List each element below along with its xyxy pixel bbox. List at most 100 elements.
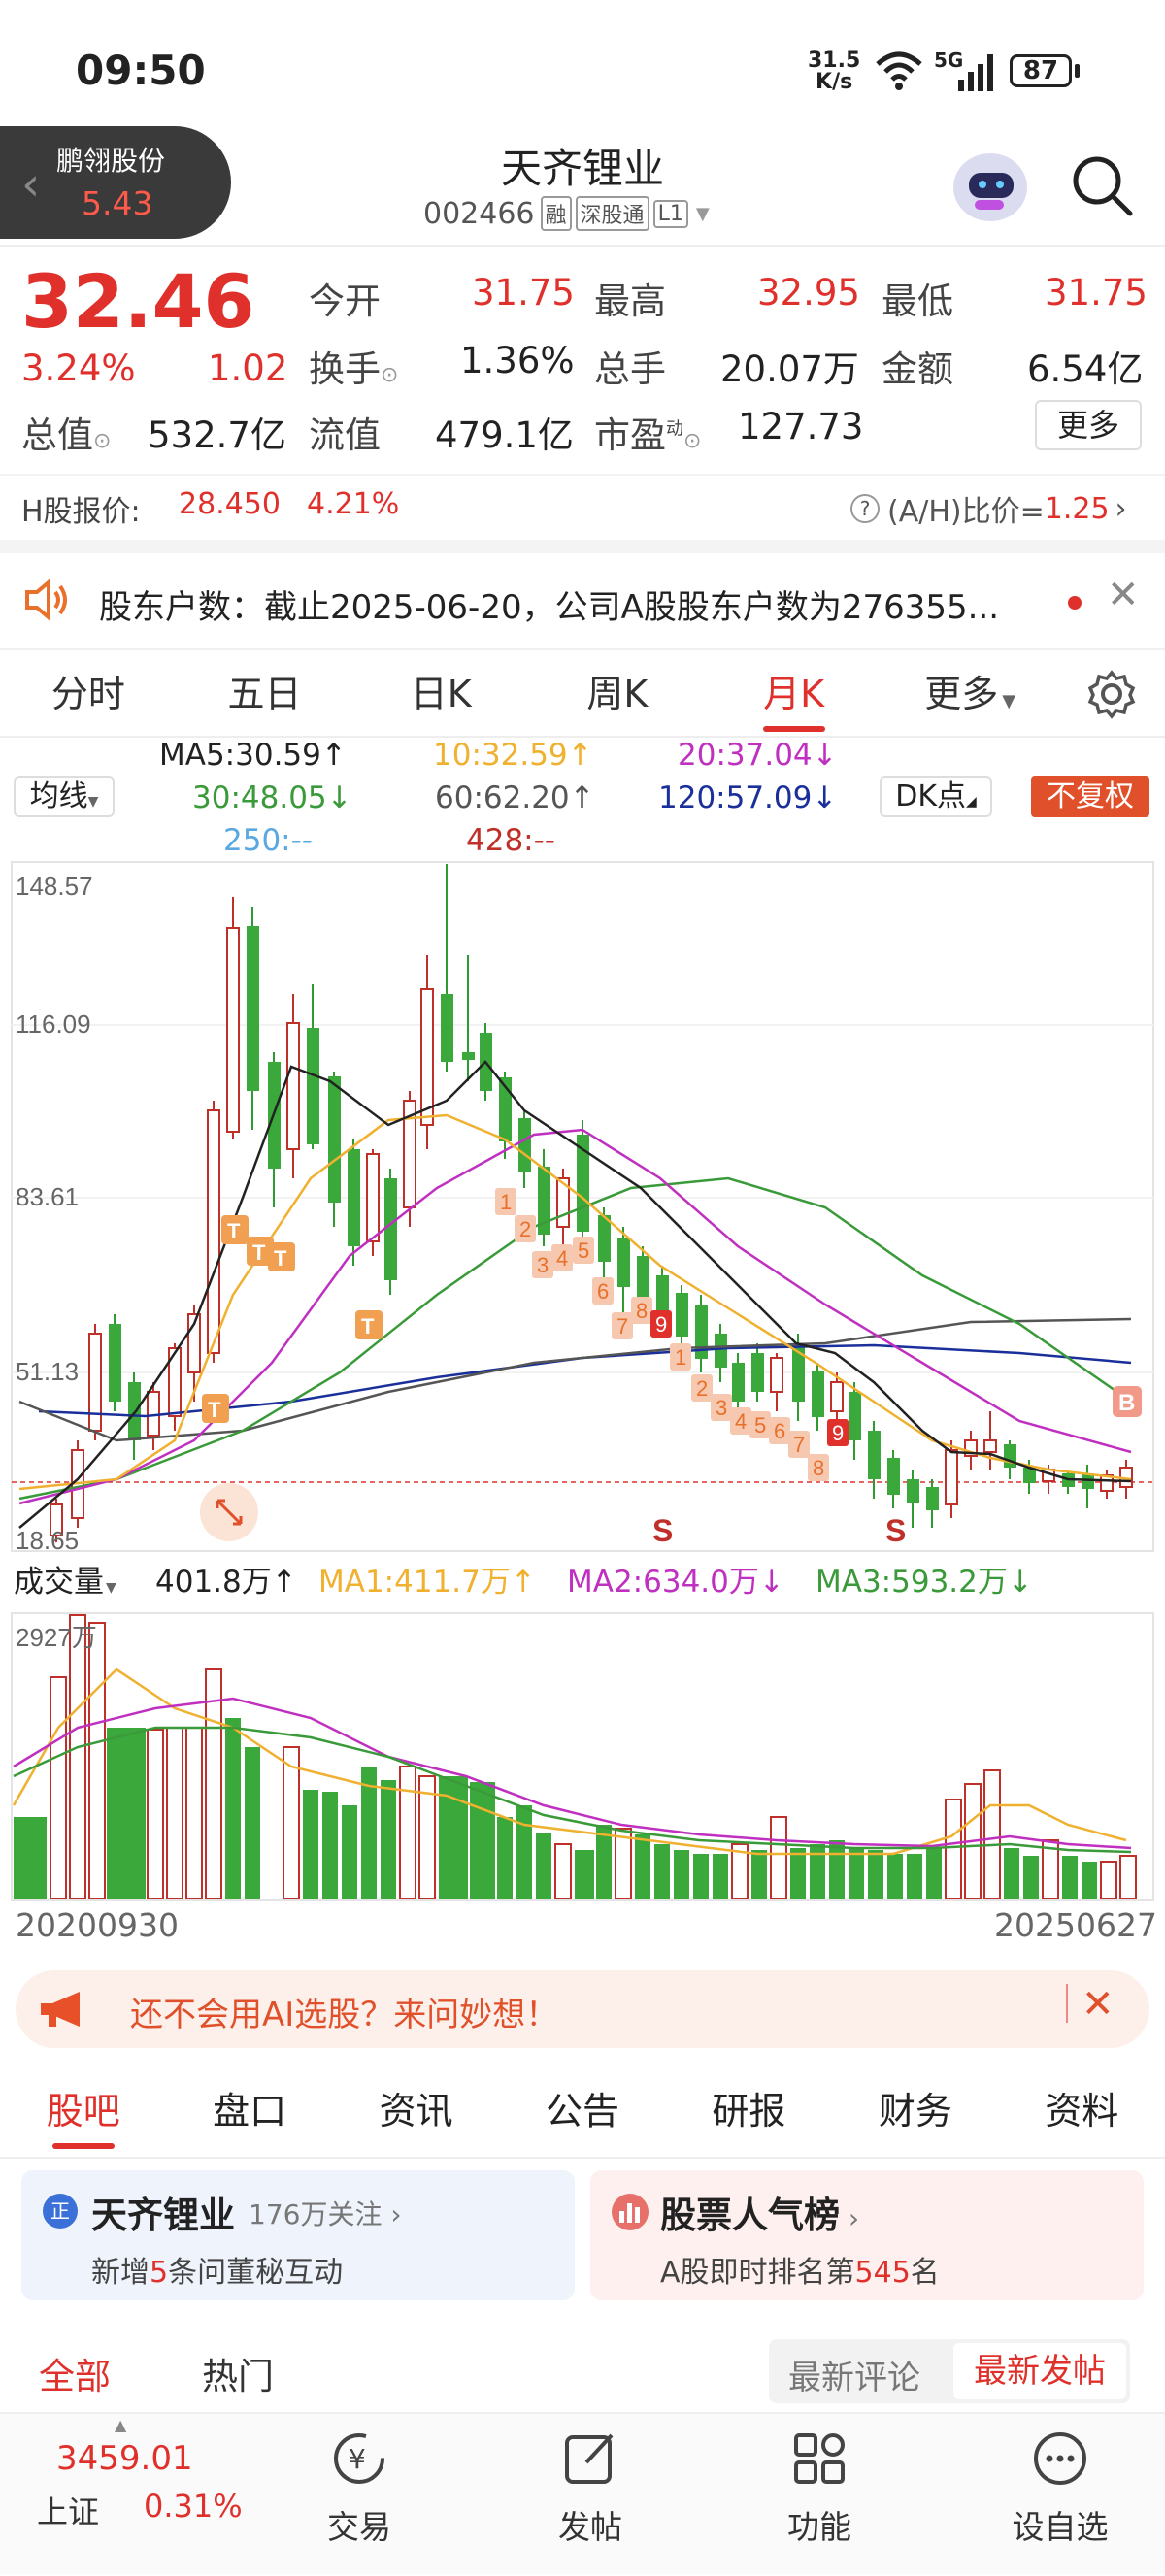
sort-latest-comment[interactable]: 最新评论	[788, 2351, 920, 2398]
high-label: 最高	[594, 281, 666, 322]
low-label: 最低	[882, 281, 953, 322]
turnover-value: 1.36%	[460, 340, 575, 381]
nav-trade[interactable]: ¥ 交易	[301, 2414, 417, 2576]
tab-daily-k[interactable]: 日K	[352, 650, 529, 736]
volume-indicator-select[interactable]: 成交量 ▼	[14, 1561, 116, 1603]
edit-icon	[565, 2433, 614, 2484]
megaphone-icon	[41, 1992, 80, 2027]
volume-max-label: 2927万	[16, 1623, 97, 1652]
status-bar: 09:50 31.5 K/s 5G 87	[0, 0, 1165, 146]
svg-text:3: 3	[716, 1396, 727, 1420]
price-tick-1: 148.57	[16, 872, 93, 901]
ai-banner-text: 还不会用AI选股？来问妙想！	[130, 1996, 559, 2034]
help-icon[interactable]: ?	[850, 494, 880, 523]
settings-gear-icon[interactable]	[1058, 650, 1165, 736]
grid-icon	[794, 2433, 845, 2484]
tab-five-day[interactable]: 五日	[177, 650, 353, 736]
svg-text:9: 9	[832, 1421, 844, 1445]
ah-ratio[interactable]: ? (A/H)比价= 1.25 ›	[850, 487, 1127, 530]
svg-text:9: 9	[655, 1312, 667, 1337]
stock-code-row[interactable]: 002466 融 深股通 L1 ▼	[423, 196, 710, 231]
index-percent[interactable]: 0.31%	[144, 2488, 243, 2525]
badge-icon: 正	[43, 2194, 78, 2229]
tab-intraday[interactable]: 分时	[0, 650, 177, 736]
tab-more[interactable]: 更多 ▼	[882, 650, 1058, 736]
high-value: 32.95	[757, 272, 860, 314]
adjust-button[interactable]: 不复权	[1031, 776, 1149, 817]
ranking-icon	[612, 2194, 649, 2230]
svg-text:T: T	[361, 1314, 375, 1338]
battery-icon: 87	[1010, 54, 1072, 87]
amount-value: 6.54亿	[1027, 348, 1144, 390]
ma30-value: 30:48.05↓	[192, 780, 352, 815]
notice-text: 股东户数：截止2025-06-20，公司A股股东户数为276355...	[99, 588, 1000, 627]
ma20-value: 20:37.04↓	[678, 738, 838, 773]
svg-text:7: 7	[616, 1314, 628, 1338]
ma60-value: 60:62.20↑	[435, 780, 595, 815]
indicator-select[interactable]: 均线▼	[14, 776, 115, 817]
feed-tab-all[interactable]: 全部	[39, 2347, 111, 2399]
close-icon[interactable]: ✕	[1107, 573, 1140, 617]
tab-market[interactable]: 盘口	[166, 2067, 332, 2155]
svg-text:B: B	[1118, 1390, 1135, 1416]
search-icon[interactable]	[1070, 153, 1134, 217]
net-speed: 31.5 K/s	[808, 49, 861, 94]
mktcap-value: 532.7亿	[148, 414, 286, 456]
dk-point-button[interactable]: DK点◢	[880, 776, 992, 817]
h-share-price: 28.450	[179, 487, 281, 521]
svg-text:4: 4	[735, 1409, 747, 1434]
more-button[interactable]: 更多	[1035, 400, 1142, 450]
ma5-value: MA5:30.59↑	[159, 738, 347, 773]
close-icon[interactable]: ✕	[1082, 1982, 1115, 2027]
svg-text:T: T	[274, 1246, 287, 1271]
svg-text:T: T	[227, 1219, 241, 1243]
card-title: 股票人气榜 ›	[660, 2195, 860, 2236]
svg-text:5: 5	[754, 1413, 766, 1437]
robot-assistant-icon[interactable]	[953, 153, 1027, 221]
sort-latest-post[interactable]: 最新发帖	[953, 2343, 1126, 2399]
current-price: 32.46	[21, 258, 255, 345]
clock: 09:50	[76, 47, 206, 94]
card-title: 天齐锂业	[91, 2195, 235, 2236]
volume-label: 总手	[594, 348, 666, 390]
svg-text:7: 7	[793, 1433, 805, 1457]
svg-text:6: 6	[774, 1419, 785, 1443]
kline-chart[interactable]: 148.57 116.09 83.61 51.13 18.65 123 4 5678…	[0, 858, 1165, 1557]
popularity-card[interactable]: 股票人气榜 › A股即时排名第545名	[590, 2170, 1144, 2300]
speaker-icon	[25, 578, 67, 621]
tab-research[interactable]: 研报	[666, 2067, 832, 2155]
chevron-down-icon[interactable]: ▼	[696, 204, 710, 224]
tab-announcements[interactable]: 公告	[499, 2067, 665, 2155]
svg-text:8: 8	[813, 1456, 824, 1480]
h-share-percent: 4.21%	[307, 487, 400, 521]
ai-banner[interactable]: 还不会用AI选股？来问妙想！ ✕	[16, 1970, 1149, 2048]
tab-forum[interactable]: 股吧	[0, 2067, 166, 2155]
more-dots-icon	[1034, 2432, 1086, 2485]
tab-weekly-k[interactable]: 周K	[529, 650, 706, 736]
stock-forum-card[interactable]: 正 天齐锂业 176万关注 › 新增5条问董秘互动	[21, 2170, 575, 2300]
index-value[interactable]: 3459.01	[56, 2439, 193, 2478]
wifi-icon	[876, 51, 922, 90]
svg-text:1: 1	[500, 1190, 512, 1214]
tab-finance[interactable]: 财务	[832, 2067, 998, 2155]
nav-functions[interactable]: 功能	[761, 2414, 878, 2576]
notice-bar[interactable]: 股东户数：截止2025-06-20，公司A股股东户数为276355... ✕	[0, 553, 1165, 648]
community-tabs: 股吧 盘口 资讯 公告 研报 财务 资料	[0, 2067, 1165, 2155]
tab-profile[interactable]: 资料	[999, 2067, 1165, 2155]
float-label: 流值	[309, 414, 381, 456]
feed-tab-hot[interactable]: 热门	[202, 2347, 274, 2399]
svg-text:5: 5	[578, 1238, 589, 1263]
tab-news[interactable]: 资讯	[333, 2067, 499, 2155]
unread-dot	[1068, 596, 1082, 610]
low-value: 31.75	[1045, 272, 1148, 314]
nav-post[interactable]: 发帖	[532, 2414, 649, 2576]
pe-value: 127.73	[738, 406, 864, 447]
svg-text:3: 3	[537, 1253, 549, 1277]
tag-level: L1	[652, 199, 688, 228]
volume-chart[interactable]: 2927万	[0, 1611, 1165, 1902]
tab-monthly-k[interactable]: 月K	[706, 650, 882, 736]
index-name[interactable]: 上证	[37, 2488, 99, 2532]
svg-text:2: 2	[696, 1376, 708, 1401]
nav-add-watchlist[interactable]: 设自选	[992, 2414, 1128, 2576]
tag-margin: 融	[540, 196, 572, 231]
